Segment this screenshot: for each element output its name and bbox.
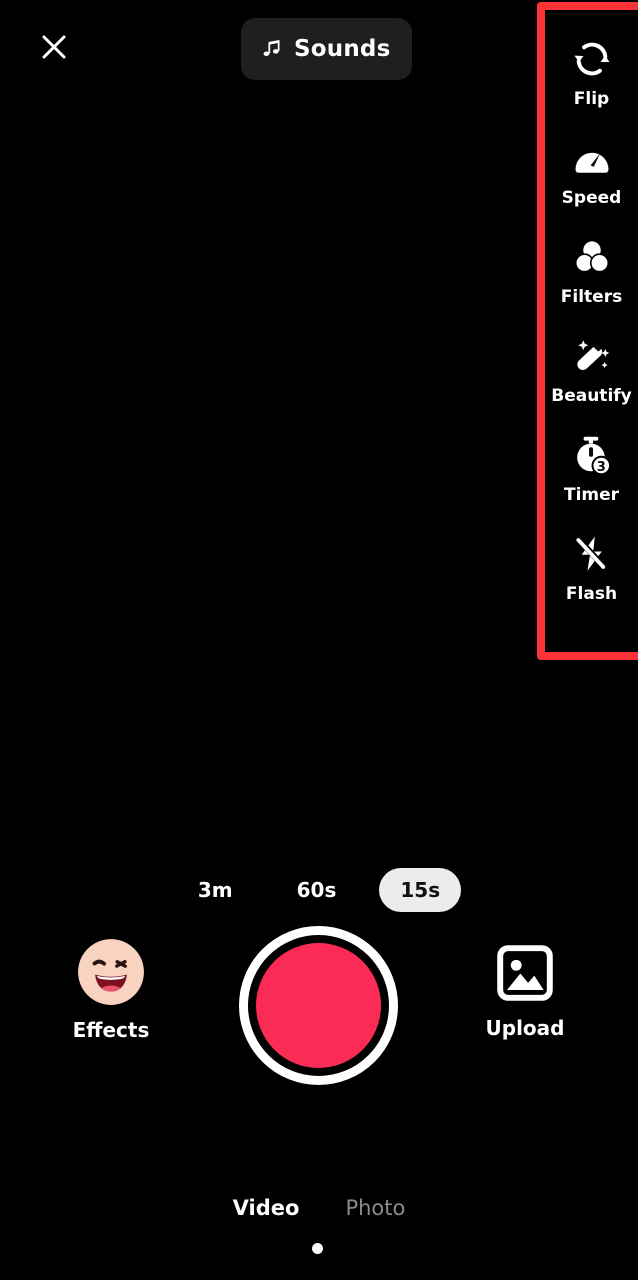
tool-label-speed: Speed [561, 188, 622, 208]
record-button-inner [256, 943, 381, 1068]
sounds-label: Sounds [294, 36, 391, 62]
speedometer-icon [569, 135, 615, 181]
winking-face-icon [77, 938, 145, 1006]
duration-option-3m[interactable]: 3m [177, 868, 254, 912]
tool-item-speed[interactable]: Speed [545, 135, 638, 234]
timer-badge-value: 3 [596, 460, 605, 475]
tool-sidebar: Flip Speed Filters Beautify 3 Timer Flas… [545, 10, 638, 652]
effects-label: Effects [72, 1018, 150, 1042]
tool-item-filters[interactable]: Filters [545, 234, 638, 333]
music-note-icon [261, 38, 283, 60]
tool-label-filters: Filters [560, 287, 623, 307]
tool-item-timer[interactable]: 3 Timer [545, 432, 638, 531]
mode-tab-photo[interactable]: Photo [345, 1196, 405, 1220]
stopwatch-icon: 3 [569, 432, 615, 478]
camera-screen: Sounds Flip Speed Filters Beautify 3 Tim… [0, 0, 638, 1280]
tool-item-beautify[interactable]: Beautify [545, 333, 638, 432]
upload-label: Upload [485, 1016, 565, 1040]
flash-off-icon [569, 531, 615, 577]
upload-button[interactable]: Upload [458, 942, 592, 1040]
sounds-button[interactable]: Sounds [241, 18, 413, 80]
tool-item-flash[interactable]: Flash [545, 531, 638, 630]
close-button[interactable] [32, 27, 76, 71]
tool-item-flip[interactable]: Flip [545, 36, 638, 135]
duration-selector: 3m 60s 15s [0, 868, 638, 912]
record-button[interactable] [239, 926, 398, 1085]
effects-button[interactable]: Effects [44, 938, 178, 1042]
mode-tab-video[interactable]: Video [233, 1196, 300, 1220]
mode-indicator-dot [312, 1243, 323, 1254]
capture-controls: Effects Upload [0, 926, 638, 1118]
close-icon [39, 32, 69, 66]
filters-circles-icon [569, 234, 615, 280]
mode-tabs: Video Photo [0, 1196, 638, 1220]
image-gallery-icon [494, 942, 556, 1004]
duration-option-15s[interactable]: 15s [379, 868, 462, 912]
tool-label-flip: Flip [573, 89, 610, 109]
tool-label-beautify: Beautify [551, 386, 632, 406]
tool-label-timer: Timer [563, 485, 620, 505]
tool-label-flash: Flash [565, 584, 618, 604]
camera-flip-icon [569, 36, 615, 82]
duration-option-60s[interactable]: 60s [276, 868, 358, 912]
magic-wand-icon [569, 333, 615, 379]
top-bar: Sounds [0, 0, 638, 100]
